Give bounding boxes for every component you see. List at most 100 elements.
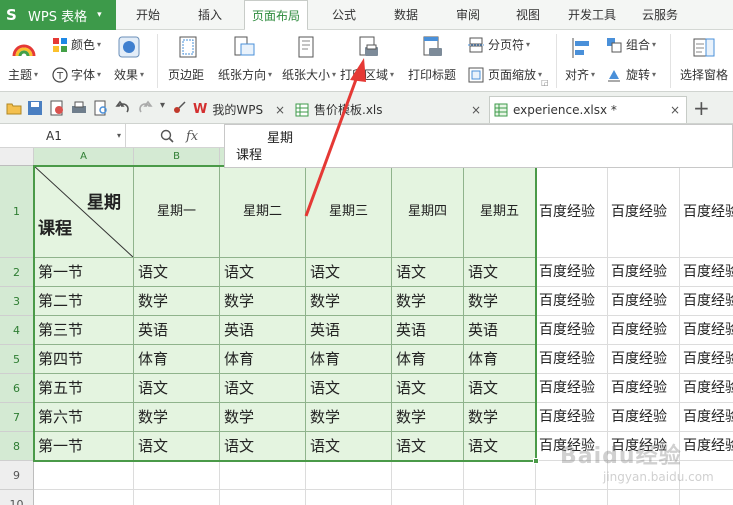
period-cell[interactable]: 第四节 — [34, 345, 134, 374]
cell-extra[interactable]: 百度经验 — [536, 316, 608, 345]
menu-tab[interactable]: 数据 — [378, 0, 434, 30]
subject-cell[interactable]: 语文 — [464, 432, 536, 461]
subject-cell[interactable]: 数学 — [220, 287, 306, 316]
subject-cell[interactable]: 语文 — [134, 374, 220, 403]
formula-content-field[interactable]: 星期 课程 — [224, 124, 733, 168]
menu-tab[interactable]: 视图 — [502, 0, 554, 30]
subject-cell[interactable]: 数学 — [134, 403, 220, 432]
period-cell[interactable]: 第六节 — [34, 403, 134, 432]
group-button[interactable]: 组合 ▾ — [606, 36, 656, 53]
cell-extra[interactable]: 百度经验 — [608, 166, 680, 258]
cell-extra[interactable]: 百度经验 — [680, 258, 733, 287]
weekday-header-cell[interactable]: 星期四 — [392, 166, 464, 258]
row-header[interactable]: 6 — [0, 374, 34, 403]
effects-button[interactable]: 效果 ▾ — [114, 66, 144, 83]
paper-size-icon[interactable] — [294, 35, 318, 59]
subject-cell[interactable]: 数学 — [134, 287, 220, 316]
row-header[interactable]: 9 — [0, 461, 34, 490]
menu-tab[interactable]: 开始 — [120, 0, 176, 30]
cell-extra[interactable]: 百度经验 — [536, 287, 608, 316]
column-header[interactable]: B — [134, 148, 220, 166]
theme-icon[interactable] — [12, 36, 36, 60]
empty-cell[interactable] — [220, 490, 306, 505]
cell-extra[interactable]: 百度经验 — [680, 432, 733, 461]
subject-cell[interactable]: 体育 — [392, 345, 464, 374]
effects-icon[interactable] — [118, 36, 140, 58]
cell-extra[interactable]: 百度经验 — [680, 345, 733, 374]
cell-extra[interactable]: 百度经验 — [608, 345, 680, 374]
cell-extra[interactable]: 百度经验 — [536, 403, 608, 432]
menu-tab[interactable]: 页面布局 — [244, 0, 308, 31]
period-cell[interactable]: 第二节 — [34, 287, 134, 316]
subject-cell[interactable]: 数学 — [220, 403, 306, 432]
empty-cell[interactable] — [392, 490, 464, 505]
subject-cell[interactable]: 英语 — [220, 316, 306, 345]
page-break-button[interactable]: 分页符 ▾ — [468, 36, 530, 53]
selection-pane-label[interactable]: 选择窗格 — [680, 66, 728, 83]
print-area-button[interactable]: 打印区域 ▾ — [340, 66, 394, 83]
print-titles-icon[interactable] — [420, 35, 444, 59]
menu-tab[interactable]: 云服务 — [632, 0, 688, 30]
paper-size-button[interactable]: 纸张大小 ▾ — [282, 66, 336, 83]
empty-cell[interactable] — [464, 461, 536, 490]
empty-cell[interactable] — [536, 490, 608, 505]
cell-extra[interactable]: 百度经验 — [680, 316, 733, 345]
save-icon[interactable] — [27, 100, 43, 116]
cell-extra[interactable]: 百度经验 — [536, 345, 608, 374]
align-icon[interactable] — [570, 36, 594, 60]
empty-cell[interactable] — [306, 490, 392, 505]
cell-extra[interactable]: 百度经验 — [536, 258, 608, 287]
period-cell[interactable]: 第一节 — [34, 258, 134, 287]
subject-cell[interactable]: 体育 — [306, 345, 392, 374]
subject-cell[interactable]: 语文 — [464, 374, 536, 403]
subject-cell[interactable]: 数学 — [464, 403, 536, 432]
color-button[interactable]: 颜色 ▾ — [52, 36, 101, 53]
subject-cell[interactable]: 语文 — [220, 374, 306, 403]
empty-cell[interactable] — [464, 490, 536, 505]
theme-button[interactable]: 主题 ▾ — [8, 66, 38, 83]
row-header[interactable]: 10 — [0, 490, 34, 505]
empty-cell[interactable] — [34, 490, 134, 505]
menu-tab[interactable]: 公式 — [316, 0, 372, 30]
cell-extra[interactable]: 百度经验 — [536, 374, 608, 403]
margins-icon[interactable] — [176, 35, 200, 59]
open-folder-icon[interactable] — [6, 100, 22, 116]
weekday-header-cell[interactable]: 星期五 — [464, 166, 536, 258]
row-header[interactable]: 7 — [0, 403, 34, 432]
subject-cell[interactable]: 语文 — [134, 258, 220, 287]
subject-cell[interactable]: 语文 — [306, 432, 392, 461]
subject-cell[interactable]: 英语 — [306, 316, 392, 345]
new-tab-button[interactable]: + — [693, 96, 710, 120]
selection-pane-icon[interactable] — [692, 36, 716, 60]
empty-cell[interactable] — [220, 461, 306, 490]
empty-cell[interactable] — [134, 461, 220, 490]
cell-extra[interactable]: 百度经验 — [608, 287, 680, 316]
subject-cell[interactable]: 体育 — [134, 345, 220, 374]
subject-cell[interactable]: 英语 — [134, 316, 220, 345]
zoom-icon[interactable] — [160, 129, 174, 143]
column-header[interactable]: A — [34, 148, 134, 166]
cell-extra[interactable]: 百度经验 — [608, 403, 680, 432]
subject-cell[interactable]: 语文 — [134, 432, 220, 461]
font-button[interactable]: T 字体 ▾ — [52, 66, 101, 83]
doc-tab-price-template[interactable]: 售价模板.xls × — [291, 96, 487, 123]
print-area-icon[interactable] — [356, 35, 380, 59]
subject-cell[interactable]: 语文 — [220, 432, 306, 461]
cell-extra[interactable]: 百度经验 — [536, 166, 608, 258]
subject-cell[interactable]: 数学 — [392, 403, 464, 432]
align-button[interactable]: 对齐 ▾ — [565, 66, 595, 83]
close-icon[interactable]: × — [471, 103, 481, 117]
rotate-button[interactable]: 旋转 ▾ — [606, 66, 656, 83]
margins-label[interactable]: 页边距 — [168, 66, 204, 83]
subject-cell[interactable]: 体育 — [464, 345, 536, 374]
period-cell[interactable]: 第三节 — [34, 316, 134, 345]
pin-icon[interactable] — [171, 100, 187, 116]
cell-extra[interactable]: 百度经验 — [608, 258, 680, 287]
subject-cell[interactable]: 数学 — [392, 287, 464, 316]
subject-cell[interactable]: 语文 — [464, 258, 536, 287]
empty-cell[interactable] — [306, 461, 392, 490]
weekday-header-cell[interactable]: 星期三 — [306, 166, 392, 258]
empty-cell[interactable] — [34, 461, 134, 490]
empty-cell[interactable] — [680, 490, 733, 505]
select-all-corner[interactable] — [0, 148, 34, 166]
